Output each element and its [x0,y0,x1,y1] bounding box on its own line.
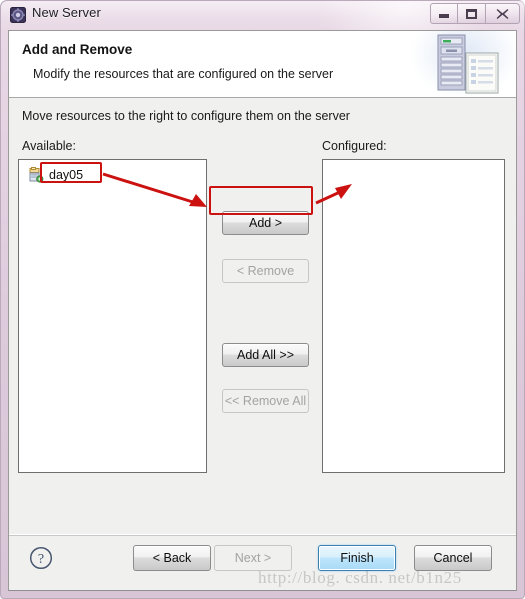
window-controls [430,3,520,24]
maximize-icon [466,8,477,19]
help-icon[interactable]: ? [29,546,53,570]
add-all-button[interactable]: Add All >> [222,343,309,367]
dialog-screen: New Server Add and Remove Modify the res… [0,0,525,599]
available-label: Available: [22,139,76,153]
dynamic-web-project-icon [29,167,44,183]
window-title: New Server [32,5,101,20]
close-icon [496,8,509,19]
list-item-label: day05 [49,168,84,182]
remove-button[interactable]: < Remove [222,259,309,283]
page-title: Add and Remove [22,42,133,57]
svg-text:?: ? [38,552,44,567]
add-button[interactable]: Add > [222,211,309,235]
title-bar[interactable]: New Server [0,0,525,30]
footer-divider [9,534,516,536]
maximize-button[interactable] [458,3,486,24]
back-button[interactable]: < Back [133,545,211,571]
finish-button[interactable]: Finish [318,545,396,571]
list-item[interactable]: day05 [26,166,87,184]
available-resources-list[interactable]: day05 [18,159,207,473]
server-gear-icon [10,7,26,23]
next-button[interactable]: Next > [214,545,292,571]
page-subtitle: Modify the resources that are configured… [33,67,334,81]
close-button[interactable] [486,3,520,24]
configured-resources-list[interactable] [322,159,505,473]
instruction-text: Move resources to the right to configure… [22,109,350,123]
configured-label: Configured: [322,139,387,153]
remove-all-button[interactable]: << Remove All [222,389,309,413]
minimize-icon [439,14,449,18]
server-and-document-icon [410,31,516,97]
cancel-button[interactable]: Cancel [414,545,492,571]
dialog-body: Add and Remove Modify the resources that… [8,30,517,591]
wizard-header: Add and Remove Modify the resources that… [9,31,516,98]
minimize-button[interactable] [430,3,458,24]
